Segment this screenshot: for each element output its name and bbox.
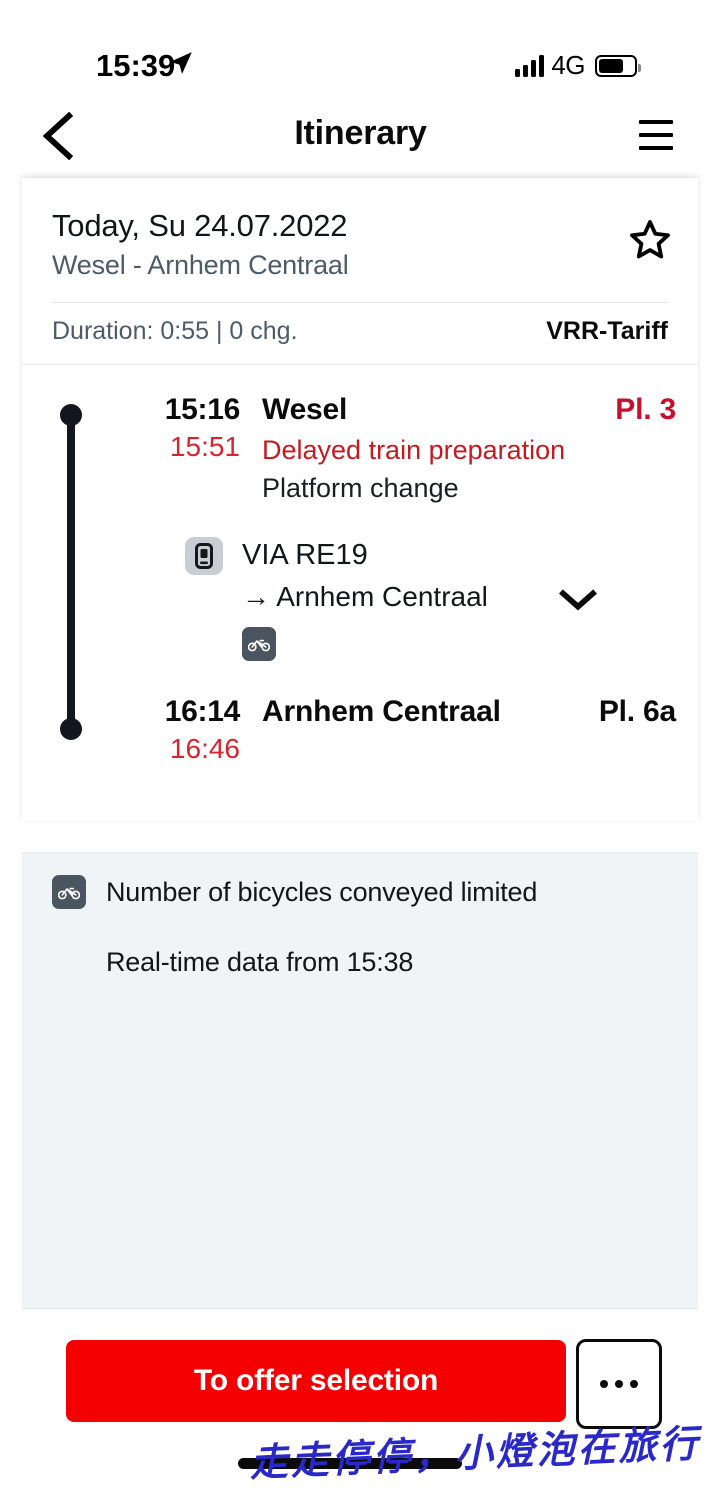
ellipsis-icon (600, 1380, 608, 1388)
info-panel: Number of bicycles conveyed limited Real… (22, 852, 698, 1308)
page-title: Itinerary (294, 114, 427, 152)
journey-timeline: 15:16 Wesel Pl. 3 15:51 Delayed train pr… (22, 365, 698, 821)
departure-delay-note: Delayed train preparation (262, 435, 566, 465)
itinerary-card: Today, Su 24.07.2022 Wesel - Arnhem Cent… (22, 178, 698, 821)
to-offer-selection-button[interactable]: To offer selection (66, 1340, 566, 1422)
arrival-stop[interactable]: 16:14 Arnhem Centraal Pl. 6a 16:46 (22, 695, 698, 765)
departure-notes: Delayed train preparation Platform chang… (262, 431, 676, 507)
departure-stop[interactable]: 15:16 Wesel Pl. 3 15:51 Delayed train pr… (22, 365, 698, 507)
departure-platform-note: Platform change (262, 473, 459, 503)
hamburger-menu-icon[interactable] (639, 120, 673, 150)
departure-scheduled-time: 15:16 (164, 393, 241, 426)
service-details: VIA RE19 → Arnhem Centraal (182, 535, 676, 661)
status-bar-indicators: 4G (515, 50, 641, 81)
navigation-bar: Itinerary (0, 98, 721, 174)
chevron-down-icon[interactable] (558, 587, 598, 613)
bicycle-info-row: Number of bicycles conveyed limited (52, 875, 668, 909)
service-leg[interactable]: VIA RE19 → Arnhem Centraal (22, 535, 698, 665)
departure-station-name: Wesel (262, 393, 348, 426)
arrival-scheduled-time: 16:14 (164, 695, 241, 728)
favorite-star-icon[interactable] (628, 218, 672, 262)
trip-tariff: VRR-Tariff (546, 317, 668, 345)
realtime-note-text: Real-time data from 15:38 (106, 947, 414, 977)
arrival-station-name: Arnhem Centraal (262, 695, 501, 728)
service-line-name: VIA RE19 (242, 539, 368, 571)
departure-platform: Pl. 3 (615, 393, 676, 426)
bicycle-note-text: Number of bicycles conveyed limited (106, 876, 538, 907)
trip-meta: Duration: 0:55 | 0 chg. VRR-Tariff (22, 303, 698, 364)
status-bar: 15:39 4G (0, 0, 721, 98)
trip-date: Today, Su 24.07.2022 (52, 208, 348, 243)
arrival-realtime-time: 16:46 (169, 733, 240, 764)
ellipsis-icon (615, 1380, 623, 1388)
service-destination: → Arnhem Centraal (242, 581, 488, 612)
ellipsis-icon (630, 1380, 638, 1388)
cellular-signal-icon (515, 54, 545, 77)
status-bar-time: 15:39 (96, 48, 176, 83)
trip-route: Wesel - Arnhem Centraal (52, 250, 349, 280)
bicycle-icon (242, 627, 276, 661)
battery-icon (595, 54, 641, 77)
trip-header: Today, Su 24.07.2022 Wesel - Arnhem Cent… (22, 178, 698, 284)
departure-realtime-time: 15:51 (169, 431, 240, 462)
arrival-platform: Pl. 6a (598, 695, 676, 728)
location-arrow-icon (170, 52, 192, 74)
network-type-label: 4G (551, 50, 585, 80)
train-mobile-icon (185, 537, 223, 575)
trip-duration: Duration: 0:55 | 0 chg. (52, 317, 298, 345)
bicycle-icon (52, 875, 86, 909)
